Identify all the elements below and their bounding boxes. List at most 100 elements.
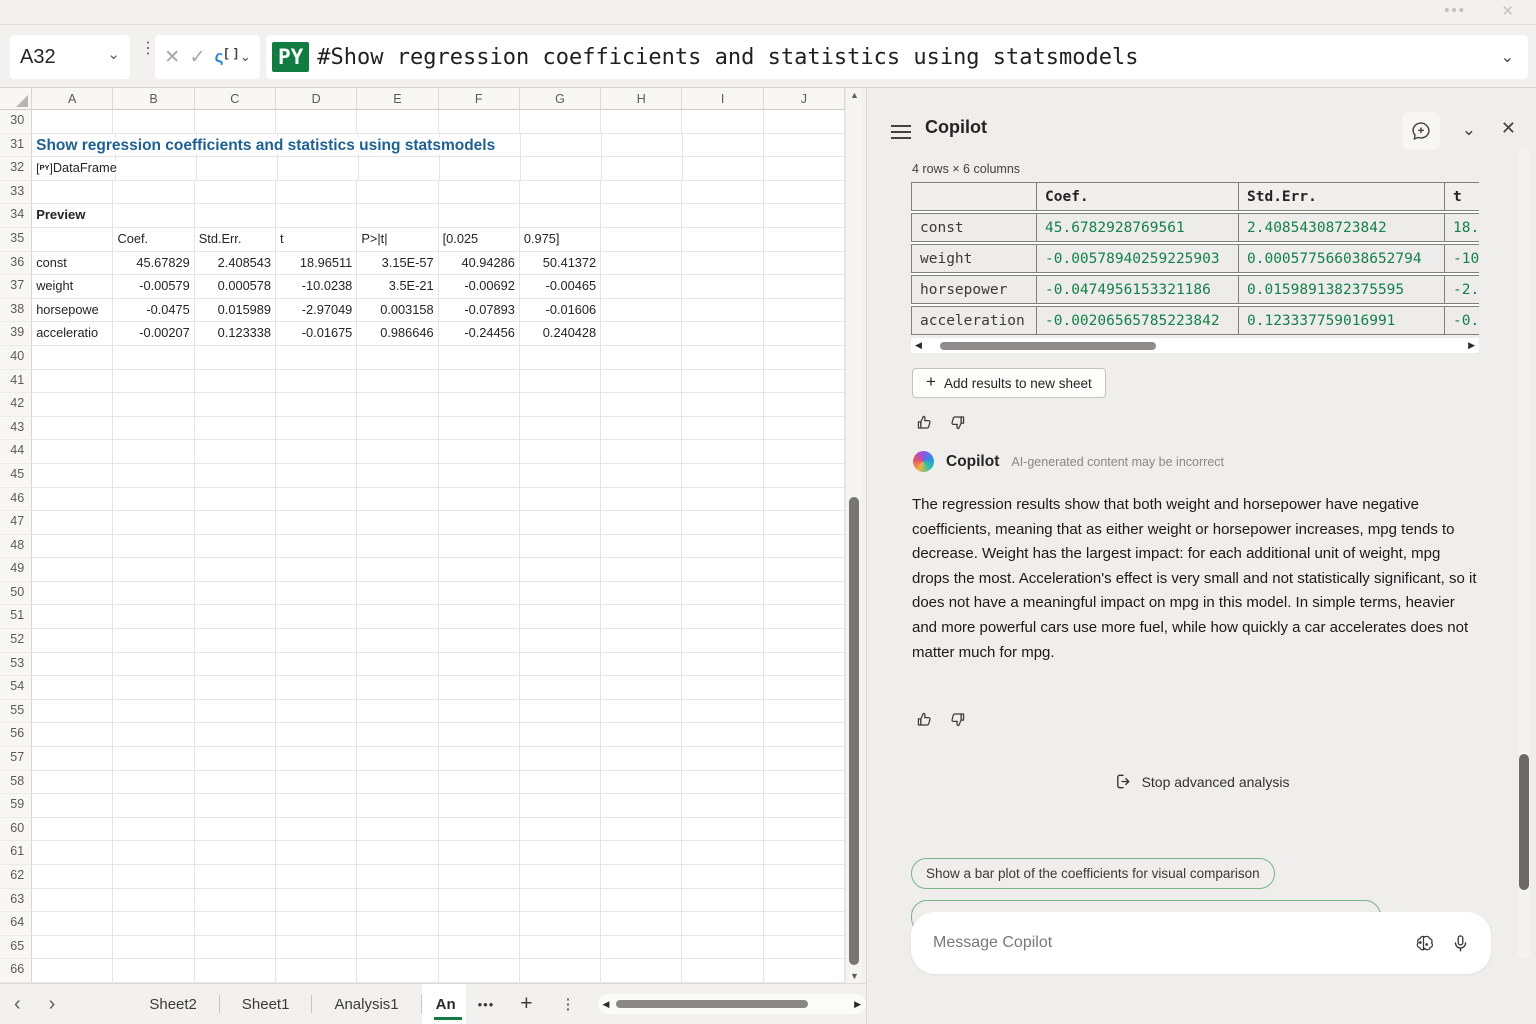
hamburger-icon[interactable] <box>891 121 911 143</box>
grid-cell-H39[interactable] <box>601 322 683 346</box>
grid-cell-H41[interactable] <box>601 369 683 394</box>
grid-cell-C35[interactable]: Std.Err. <box>194 227 277 252</box>
python-function-icon[interactable]: ς [ ] ⌄ <box>215 46 251 67</box>
grid-cell-D54[interactable] <box>276 676 358 700</box>
formula-expand-icon[interactable]: ⌄ <box>1501 47 1514 67</box>
grid-cell-E50[interactable] <box>357 581 439 606</box>
formula-input[interactable]: PY #Show regression coefficients and sta… <box>266 35 1528 79</box>
grid-cell-B30[interactable] <box>113 110 195 134</box>
grid-cell-C45[interactable] <box>194 463 277 488</box>
grid-cell-G58[interactable] <box>519 770 602 795</box>
grid-cell-I45[interactable] <box>682 463 764 488</box>
grid-cell-A32[interactable]: [PY]DataFrame <box>32 157 121 181</box>
grid-cell-H32[interactable] <box>601 157 683 181</box>
panel-vscroll-thumb[interactable] <box>1519 754 1529 890</box>
grid-cell-C60[interactable] <box>194 817 277 842</box>
grid-cell-I34[interactable] <box>682 204 764 228</box>
column-header-H[interactable]: H <box>601 88 683 109</box>
grid-cell-E42[interactable] <box>357 393 439 417</box>
grid-cell-F64[interactable] <box>438 912 520 936</box>
column-header-B[interactable]: B <box>113 88 195 109</box>
grid-cell-C34[interactable] <box>194 204 277 228</box>
grid-cell-E35[interactable]: P>|t| <box>357 227 439 252</box>
grid-cell-A58[interactable] <box>32 770 114 795</box>
grid-cell-C37[interactable]: 0.000578 <box>194 275 277 299</box>
grid-cell-J59[interactable] <box>763 794 845 818</box>
grid-cell-F47[interactable] <box>438 511 520 535</box>
grid-cell-H61[interactable] <box>601 841 683 865</box>
formula-text[interactable]: #Show regression coefficients and statis… <box>317 45 1500 70</box>
grid-cell-J40[interactable] <box>763 345 845 370</box>
grid-cell-B44[interactable] <box>113 440 195 464</box>
grid-cell-C54[interactable] <box>194 676 277 700</box>
grid-cell-J34[interactable] <box>763 204 845 228</box>
grid-cell-I39[interactable] <box>682 322 764 346</box>
grid-cell-E59[interactable] <box>357 794 439 818</box>
sheet-nav-left-icon[interactable]: ‹ <box>0 993 35 1016</box>
suggestion-pill[interactable]: Show a bar plot of the coefficients for … <box>911 858 1275 889</box>
grid-cell-G61[interactable] <box>519 841 602 865</box>
grid-cell-A66[interactable] <box>32 959 114 983</box>
grid-cell-H57[interactable] <box>601 747 683 771</box>
grid-cell-F58[interactable] <box>438 770 520 795</box>
grid-cell-E52[interactable] <box>357 629 439 653</box>
grid-cell-J30[interactable] <box>763 110 845 134</box>
grid-cell-F51[interactable] <box>438 605 520 630</box>
grid-cell-F56[interactable] <box>438 723 520 748</box>
hscroll-right-icon[interactable]: ▶ <box>849 999 866 1010</box>
grid-cell-B64[interactable] <box>113 912 195 936</box>
grid-cell-B39[interactable]: -0.00207 <box>113 322 195 346</box>
grid-cell-E57[interactable] <box>357 747 439 771</box>
grid-cell-F35[interactable]: [0.025 <box>438 227 520 252</box>
grid-cell-G50[interactable] <box>519 581 602 606</box>
grid-cell-B40[interactable] <box>113 345 195 370</box>
grid-cell-I47[interactable] <box>682 511 764 535</box>
grid-cell-F43[interactable] <box>438 416 520 441</box>
grid-cell-C30[interactable] <box>194 110 277 134</box>
grid-cell-A61[interactable] <box>32 841 114 865</box>
grid-cell-A38[interactable]: horsepowe <box>32 298 114 323</box>
grid-cell-H51[interactable] <box>601 605 683 630</box>
grid-cell-F46[interactable] <box>438 487 520 512</box>
row-header-53[interactable]: 53 <box>0 652 33 677</box>
grid-cell-C32[interactable] <box>196 157 278 181</box>
grid-cell-A57[interactable] <box>32 747 114 771</box>
grid-cell-D46[interactable] <box>276 487 358 512</box>
grid-cell-A50[interactable] <box>32 581 114 606</box>
grid-cell-C40[interactable] <box>194 345 277 370</box>
grid-vertical-scrollbar[interactable]: ▲ ▼ <box>845 88 862 983</box>
grid-cell-I30[interactable] <box>682 110 764 134</box>
row-header-64[interactable]: 64 <box>0 912 33 936</box>
grid-cell-D57[interactable] <box>276 747 358 771</box>
grid-cell-C65[interactable] <box>194 935 277 960</box>
grid-cell-I59[interactable] <box>682 794 764 818</box>
grid-cell-C36[interactable]: 2.408543 <box>194 251 277 276</box>
grid-cell-I50[interactable] <box>682 581 764 606</box>
grid-cell-F63[interactable] <box>438 888 520 913</box>
grid-cell-B65[interactable] <box>113 935 195 960</box>
column-header-J[interactable]: J <box>764 88 846 109</box>
table-scroll-thumb[interactable] <box>939 341 1156 350</box>
grid-cell-A55[interactable] <box>32 699 114 724</box>
grid-cell-J45[interactable] <box>763 463 845 488</box>
grid-cell-A62[interactable] <box>32 865 114 889</box>
grid-cell-D63[interactable] <box>276 888 358 913</box>
grid-cell-I56[interactable] <box>682 723 764 748</box>
grid-cell-G57[interactable] <box>519 747 602 771</box>
grid-cell-D62[interactable] <box>276 865 358 889</box>
grid-cell-D35[interactable]: t <box>276 227 358 252</box>
grid-cell-E49[interactable] <box>357 558 439 582</box>
grid-cell-H44[interactable] <box>601 440 683 464</box>
hscroll-track[interactable] <box>614 999 849 1009</box>
grid-cell-G41[interactable] <box>519 369 602 394</box>
grid-cell-H48[interactable] <box>601 534 683 559</box>
row-header-60[interactable]: 60 <box>0 817 33 842</box>
grid-cell-D42[interactable] <box>276 393 358 417</box>
grid-cell-E56[interactable] <box>357 723 439 748</box>
row-header-34[interactable]: 34 <box>0 204 33 228</box>
row-header-37[interactable]: 37 <box>0 275 33 299</box>
grid-cell-G45[interactable] <box>519 463 602 488</box>
grid-cell-J65[interactable] <box>763 935 845 960</box>
grid-cell-H46[interactable] <box>601 487 683 512</box>
grid-cell-J52[interactable] <box>763 629 845 653</box>
